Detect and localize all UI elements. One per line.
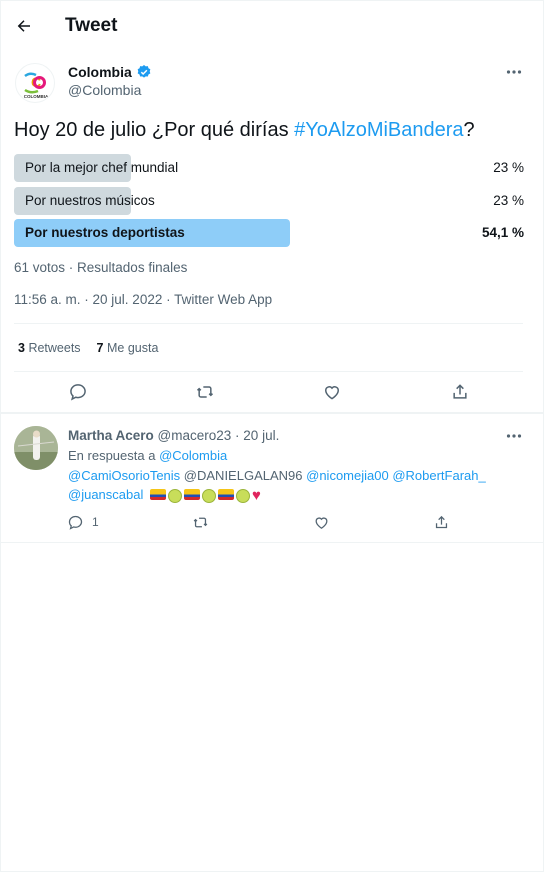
tweet-actions: [1, 377, 544, 407]
tennis-ball-emoji: [167, 488, 182, 503]
mention-link[interactable]: @CamiOsorioTenis: [68, 468, 180, 483]
author-name-text: Colombia: [68, 64, 132, 80]
divider: [14, 371, 523, 372]
reply-text: @CamiOsorioTenis @DANIELGALAN96 @nicomej…: [68, 466, 518, 504]
tennis-ball-emoji: [201, 488, 216, 503]
retweets-count: 3: [18, 341, 25, 355]
in-reply-label: En respuesta a: [68, 448, 156, 463]
poll-option-winner: Por nuestros deportistas 54,1 %: [14, 219, 524, 247]
poll-option: Por nuestros músicos 23 %: [14, 187, 524, 215]
like-icon: [315, 516, 328, 529]
verified-badge-icon: [137, 65, 151, 78]
back-arrow-icon: [17, 20, 30, 32]
reply-date[interactable]: 20 jul.: [243, 428, 279, 443]
tweet-stats: 3 Retweets 7 Me gusta: [18, 341, 158, 355]
poll-option: Por la mejor chef mundial 23 %: [14, 154, 524, 182]
in-reply-handle[interactable]: @Colombia: [159, 448, 227, 463]
retweet-icon: [193, 517, 208, 527]
heart-emoji: ♥: [251, 486, 261, 504]
colombia-flag-emoji: [183, 488, 200, 500]
avatar-photo: [14, 426, 58, 470]
mention-text[interactable]: @DANIELGALAN96: [184, 468, 303, 483]
more-icon: [506, 70, 522, 74]
page-title: Tweet: [65, 15, 118, 36]
colombia-flag-emoji: [149, 488, 166, 500]
retweet-button[interactable]: [192, 377, 218, 407]
reply-icon: [70, 384, 86, 401]
tweet-text: Hoy 20 de julio ¿Por qué dirías #YoAlzoM…: [14, 119, 475, 142]
share-icon: [453, 384, 467, 399]
reply-like-button[interactable]: [313, 509, 330, 535]
retweets-label: Retweets: [28, 341, 81, 355]
author-name[interactable]: Colombia: [68, 64, 152, 80]
tweet-timestamp[interactable]: 11:56 a. m. · 20 jul. 2022 · Twitter Web…: [14, 292, 272, 307]
poll-option-label: Por nuestros músicos: [25, 193, 155, 208]
like-button[interactable]: [319, 377, 345, 407]
reply-avatar[interactable]: [14, 426, 58, 470]
reply-header: Martha Acero @macero23 · 20 jul.: [68, 428, 280, 443]
reply-share-button[interactable]: [433, 509, 450, 535]
reply-author-handle[interactable]: @macero23: [158, 428, 232, 443]
author-handle[interactable]: @Colombia: [68, 82, 141, 98]
reply-reply-button[interactable]: 1: [67, 509, 99, 535]
back-button[interactable]: [11, 13, 37, 39]
reply-actions: 1: [1, 509, 544, 535]
likes-count: 7: [96, 341, 104, 355]
mention-link[interactable]: @juanscabal: [68, 487, 143, 502]
tweet-page: Tweet C COLOMBIA Colombia @Colombia Hoy …: [0, 0, 544, 872]
divider: [14, 323, 523, 324]
retweets-stat[interactable]: 3 Retweets: [18, 341, 81, 355]
in-reply-to: En respuesta a @Colombia: [68, 448, 227, 463]
reply-icon: [68, 515, 83, 530]
poll-option-percent: 54,1 %: [481, 225, 524, 240]
tennis-ball-emoji: [235, 488, 250, 503]
share-button[interactable]: [447, 377, 473, 407]
tweet-text-suffix: ?: [463, 119, 475, 141]
section-separator: [1, 412, 544, 414]
reply-more-button[interactable]: [501, 428, 527, 444]
tweet-text-prefix: Hoy 20 de julio ¿Por qué dirías: [14, 119, 295, 141]
author-avatar[interactable]: C COLOMBIA: [15, 63, 55, 103]
poll-option-label: Por la mejor chef mundial: [25, 160, 179, 175]
hashtag-link[interactable]: #YoAlzoMiBandera: [294, 119, 463, 141]
reply-retweet-button[interactable]: [191, 509, 210, 535]
colombia-flag-emoji: [217, 488, 234, 500]
likes-label: Me gusta: [106, 341, 159, 355]
poll-option-label: Por nuestros deportistas: [25, 225, 185, 240]
share-icon: [435, 515, 448, 528]
like-icon: [324, 386, 340, 400]
colombia-logo: C COLOMBIA: [21, 70, 51, 99]
poll-option-percent: 23 %: [493, 160, 524, 175]
retweet-icon: [196, 386, 214, 398]
poll-summary: 61 votos · Resultados finales: [14, 260, 188, 275]
mention-link[interactable]: @RobertFarah_: [392, 468, 485, 483]
mention-link[interactable]: @nicomejia00: [306, 468, 389, 483]
more-options-button[interactable]: [501, 63, 527, 81]
reply-count: 1: [92, 515, 99, 529]
page-header: Tweet: [1, 1, 544, 51]
more-icon: [506, 434, 522, 438]
svg-text:COLOMBIA: COLOMBIA: [24, 94, 49, 99]
emoji-sequence: ♥: [149, 486, 261, 504]
reply-author-name[interactable]: Martha Acero: [68, 428, 154, 443]
likes-stat[interactable]: 7 Me gusta: [97, 341, 159, 355]
poll-option-percent: 23 %: [493, 193, 524, 208]
section-separator: [1, 542, 544, 543]
reply-button[interactable]: [65, 377, 91, 407]
